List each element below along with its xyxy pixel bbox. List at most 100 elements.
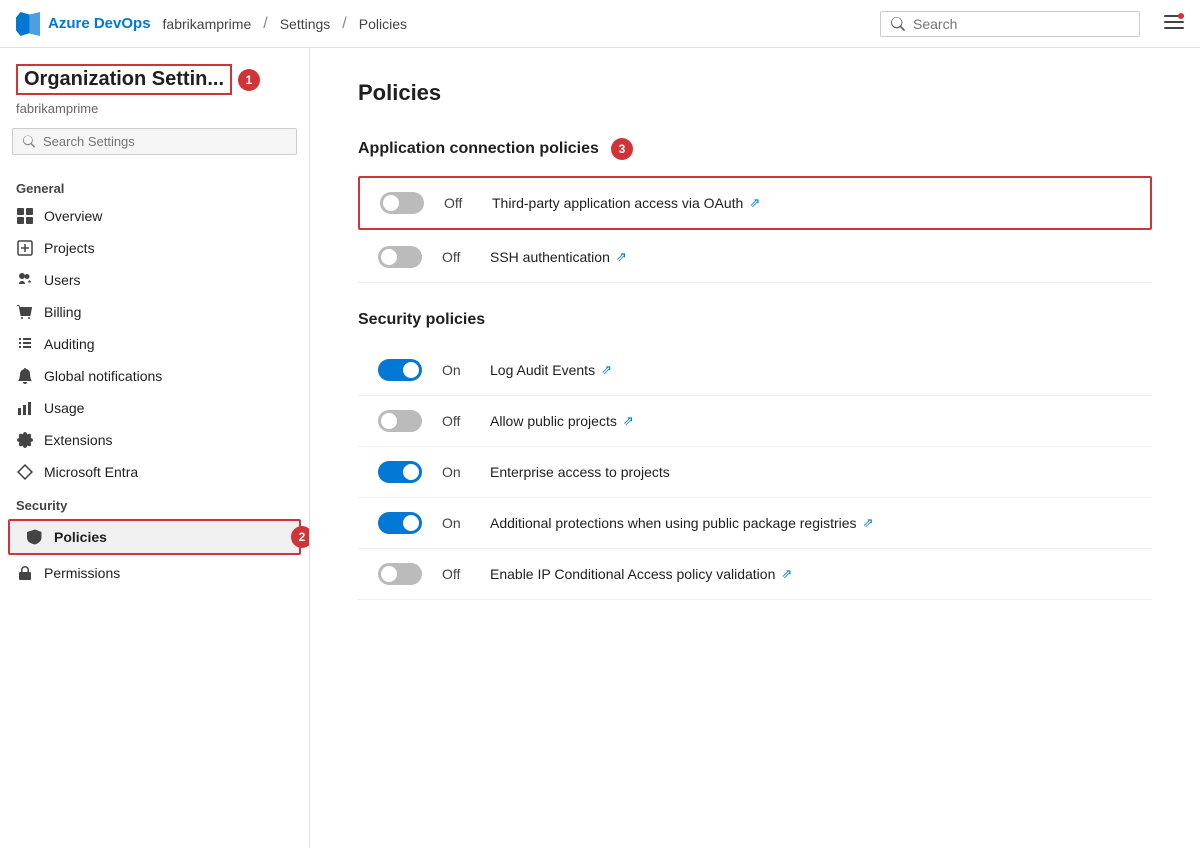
log-audit-toggle-slider xyxy=(378,359,422,381)
badge-3: 3 xyxy=(611,138,633,160)
log-audit-link-icon[interactable]: ⇗ xyxy=(601,362,612,378)
oauth-label: Third-party application access via OAuth… xyxy=(492,195,760,211)
oauth-toggle[interactable] xyxy=(380,192,424,214)
sidebar-header: Organization Settin... 1 xyxy=(0,64,309,99)
topbar-sep2: / xyxy=(342,15,346,33)
ip-conditional-label: Enable IP Conditional Access policy vali… xyxy=(490,566,792,582)
additional-protections-toggle-slider xyxy=(378,512,422,534)
sidebar-item-overview[interactable]: Overview xyxy=(0,200,309,232)
logo[interactable]: Azure DevOps xyxy=(16,12,151,36)
bar-chart-icon xyxy=(16,399,34,417)
enterprise-access-toggle-slider xyxy=(378,461,422,483)
ip-conditional-toggle-slider xyxy=(378,563,422,585)
brand-name: Azure DevOps xyxy=(48,15,151,32)
sidebar-item-label: Auditing xyxy=(44,336,95,352)
sidebar-item-label: Usage xyxy=(44,400,84,416)
sidebar-title-row: Organization Settin... 1 xyxy=(16,64,293,95)
shield-icon xyxy=(26,528,44,546)
sidebar-item-auditing[interactable]: Auditing xyxy=(0,328,309,360)
global-search-input[interactable] xyxy=(913,16,1129,32)
sidebar-search-input[interactable] xyxy=(43,134,286,149)
security-section-label: Security xyxy=(0,488,309,517)
main-layout: Organization Settin... 1 fabrikamprime G… xyxy=(0,48,1200,848)
plus-square-icon xyxy=(16,239,34,257)
ssh-status: Off xyxy=(442,249,470,265)
sidebar-item-label: Overview xyxy=(44,208,102,224)
enterprise-access-status: On xyxy=(442,464,470,480)
sidebar-item-users[interactable]: Users xyxy=(0,264,309,296)
public-projects-status: Off xyxy=(442,413,470,429)
oauth-toggle-slider xyxy=(380,192,424,214)
security-policies-section-title: Security policies xyxy=(358,311,1152,329)
sidebar-item-microsoft-entra[interactable]: Microsoft Entra xyxy=(0,456,309,488)
ip-conditional-status: Off xyxy=(442,566,470,582)
ssh-label: SSH authentication ⇗ xyxy=(490,249,627,265)
ssh-link-icon[interactable]: ⇗ xyxy=(616,249,627,265)
grid-icon xyxy=(16,207,34,225)
diamond-icon xyxy=(16,463,34,481)
oauth-link-icon[interactable]: ⇗ xyxy=(749,195,760,211)
public-projects-toggle-slider xyxy=(378,410,422,432)
sidebar-item-projects[interactable]: Projects xyxy=(0,232,309,264)
enterprise-access-label: Enterprise access to projects xyxy=(490,464,670,480)
ip-conditional-link-icon[interactable]: ⇗ xyxy=(781,566,792,582)
badge-1: 1 xyxy=(238,69,260,91)
sidebar-item-permissions[interactable]: Permissions xyxy=(0,557,309,589)
policy-row-enterprise-access: On Enterprise access to projects xyxy=(358,447,1152,498)
sidebar: Organization Settin... 1 fabrikamprime G… xyxy=(0,48,310,848)
additional-protections-label: Additional protections when using public… xyxy=(490,515,873,531)
ip-conditional-toggle[interactable] xyxy=(378,563,422,585)
app-conn-section-title: Application connection policies xyxy=(358,140,599,158)
sidebar-item-label: Projects xyxy=(44,240,95,256)
hamburger-menu-icon[interactable] xyxy=(1164,12,1184,35)
policy-row-additional-protections: On Additional protections when using pub… xyxy=(358,498,1152,549)
log-audit-toggle[interactable] xyxy=(378,359,422,381)
oauth-status: Off xyxy=(444,195,472,211)
sidebar-item-usage[interactable]: Usage xyxy=(0,392,309,424)
general-section-label: General xyxy=(0,171,309,200)
global-search-box[interactable] xyxy=(880,11,1140,37)
search-icon xyxy=(891,17,905,31)
page-title: Policies xyxy=(358,80,1152,106)
gear-icon xyxy=(16,431,34,449)
log-audit-status: On xyxy=(442,362,470,378)
sidebar-title: Organization Settin... xyxy=(16,64,232,95)
policy-row-ip-conditional: Off Enable IP Conditional Access policy … xyxy=(358,549,1152,600)
sidebar-search-icon xyxy=(23,135,35,148)
policy-row-oauth: Off Third-party application access via O… xyxy=(358,176,1152,230)
sidebar-item-label: Billing xyxy=(44,304,81,320)
topbar-settings-link[interactable]: Settings xyxy=(280,16,331,32)
users-icon xyxy=(16,271,34,289)
ssh-toggle[interactable] xyxy=(378,246,422,268)
sidebar-item-label: Policies xyxy=(54,529,107,545)
public-projects-label: Allow public projects ⇗ xyxy=(490,413,634,429)
topbar: Azure DevOps fabrikamprime / Settings / … xyxy=(0,0,1200,48)
additional-protections-link-icon[interactable]: ⇗ xyxy=(863,515,874,531)
sidebar-item-billing[interactable]: Billing xyxy=(0,296,309,328)
sidebar-item-label: Global notifications xyxy=(44,368,162,384)
public-projects-toggle[interactable] xyxy=(378,410,422,432)
list-icon xyxy=(16,335,34,353)
badge-2: 2 xyxy=(291,526,310,548)
policy-row-log-audit: On Log Audit Events ⇗ xyxy=(358,345,1152,396)
sidebar-item-label: Extensions xyxy=(44,432,112,448)
public-projects-link-icon[interactable]: ⇗ xyxy=(623,413,634,429)
log-audit-label: Log Audit Events ⇗ xyxy=(490,362,612,378)
additional-protections-toggle[interactable] xyxy=(378,512,422,534)
policy-row-public-projects: Off Allow public projects ⇗ xyxy=(358,396,1152,447)
sidebar-item-global-notifications[interactable]: Global notifications xyxy=(0,360,309,392)
topbar-sep1: / xyxy=(263,15,267,33)
main-content: Policies Application connection policies… xyxy=(310,48,1200,848)
sidebar-item-label: Microsoft Entra xyxy=(44,464,138,480)
sidebar-item-extensions[interactable]: Extensions xyxy=(0,424,309,456)
azure-devops-logo-icon xyxy=(16,12,40,36)
sidebar-item-policies[interactable]: Policies xyxy=(10,521,299,553)
sidebar-search-box[interactable] xyxy=(12,128,297,155)
cart-icon xyxy=(16,303,34,321)
topbar-policies-link[interactable]: Policies xyxy=(359,16,407,32)
lock-icon xyxy=(16,564,34,582)
topbar-org: fabrikamprime xyxy=(163,16,252,32)
enterprise-access-toggle[interactable] xyxy=(378,461,422,483)
sidebar-subtitle: fabrikamprime xyxy=(0,99,309,128)
additional-protections-status: On xyxy=(442,515,470,531)
